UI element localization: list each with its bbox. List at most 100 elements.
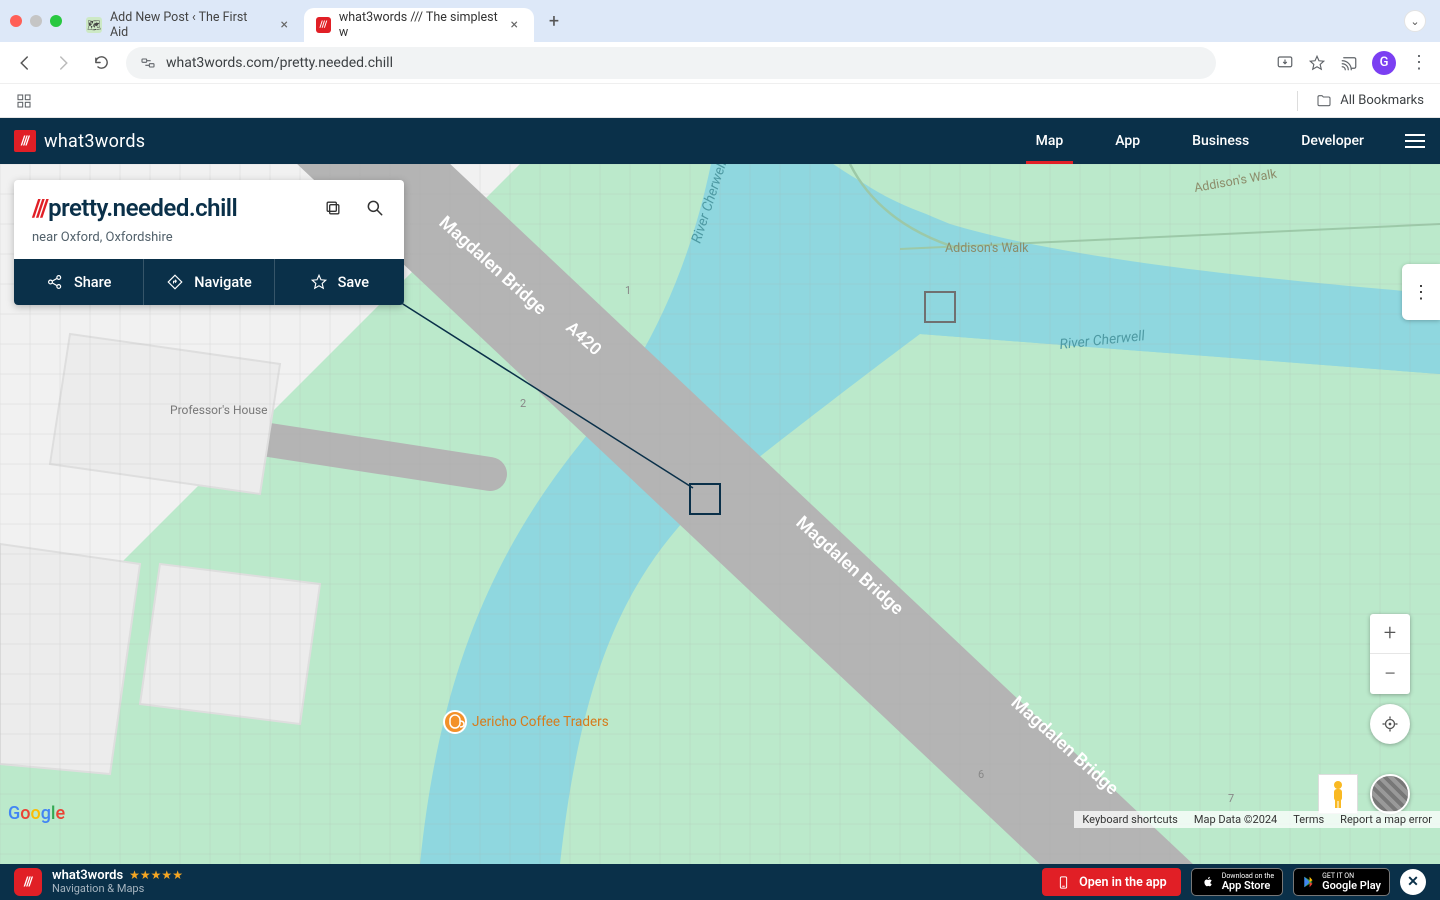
browser-tab-strip: 🗺 Add New Post ‹ The First Aid × /// wha… [0, 0, 1440, 42]
google-play-button[interactable]: GET IT ONGoogle Play [1293, 868, 1390, 896]
nav-label: Developer [1301, 133, 1364, 149]
svg-text:1: 1 [625, 284, 631, 297]
streetview-pegman[interactable] [1318, 774, 1358, 814]
map-options-button[interactable]: ⋮ [1402, 264, 1440, 320]
zoom-in-button[interactable]: + [1370, 614, 1410, 654]
nav-map[interactable]: Map [1010, 118, 1090, 164]
map-data-text: Map Data ©2024 [1186, 811, 1285, 828]
nav-label: Map [1036, 133, 1064, 149]
action-row: Share Navigate Save [14, 259, 404, 305]
svg-text:6: 6 [978, 768, 984, 781]
tab-inactive[interactable]: 🗺 Add New Post ‹ The First Aid × [74, 8, 304, 42]
url-input[interactable]: what3words.com/pretty.needed.chill [126, 47, 1216, 79]
crosshair-icon [1381, 715, 1399, 733]
close-tab-icon[interactable]: × [277, 17, 292, 33]
forward-button[interactable] [50, 50, 76, 76]
svg-text:Professor's House: Professor's House [170, 403, 268, 417]
keyboard-shortcuts-link[interactable]: Keyboard shortcuts [1074, 811, 1185, 828]
nav-business[interactable]: Business [1166, 118, 1275, 164]
plus-icon: + [1384, 621, 1396, 646]
satellite-toggle[interactable] [1370, 774, 1410, 814]
window-controls [10, 15, 62, 27]
play-icon [1302, 875, 1316, 889]
nav-label: Business [1192, 133, 1249, 149]
zoom-control: + − [1370, 614, 1410, 694]
banner-title: what3words [52, 869, 123, 883]
phone-icon [1056, 875, 1071, 890]
apps-icon[interactable] [16, 93, 32, 109]
profile-initial: G [1380, 55, 1389, 70]
menu-button[interactable] [1390, 118, 1440, 164]
app-header: /// what3words Map App Business Develope… [0, 118, 1440, 164]
profile-button[interactable]: G [1372, 51, 1396, 75]
favicon-icon: /// [316, 17, 331, 33]
copy-icon[interactable] [322, 197, 344, 219]
location-words-row[interactable]: /// pretty.needed.chill [14, 180, 404, 226]
divider [1297, 91, 1298, 111]
bookmark-bar: All Bookmarks [0, 84, 1440, 118]
map-viewport[interactable]: Magdalen Bridge A420 Magdalen Bridge Mag… [0, 164, 1440, 864]
nav-label: App [1115, 133, 1140, 149]
report-error-link[interactable]: Report a map error [1332, 811, 1440, 828]
google-logo: Google [8, 803, 65, 824]
store-big-text: App Store [1222, 880, 1271, 891]
tab-active[interactable]: /// what3words /// The simplest w × [304, 8, 534, 42]
three-word-address: pretty.needed.chill [48, 194, 237, 222]
button-label: Share [74, 274, 111, 291]
svg-text:Addison's Walk: Addison's Walk [945, 241, 1029, 256]
map-attribution: Keyboard shortcuts Map Data ©2024 Terms … [1074, 811, 1440, 828]
locate-me-button[interactable] [1370, 704, 1410, 744]
svg-text:7: 7 [1228, 792, 1234, 805]
brand-name: what3words [44, 131, 145, 152]
minimize-window-button[interactable] [30, 15, 42, 27]
site-info-icon[interactable] [140, 55, 156, 71]
nav-developer[interactable]: Developer [1275, 118, 1390, 164]
navigate-button[interactable]: Navigate [144, 259, 274, 305]
address-bar: what3words.com/pretty.needed.chill G ⋮ [0, 42, 1440, 84]
stars-icon: ★★★★★ [129, 869, 183, 882]
search-icon[interactable] [364, 197, 386, 219]
close-window-button[interactable] [10, 15, 22, 27]
svg-text:2: 2 [520, 397, 526, 410]
nav-app[interactable]: App [1089, 118, 1166, 164]
bookmark-icon[interactable] [1308, 54, 1326, 72]
brand-logo[interactable]: /// what3words [14, 130, 145, 152]
minus-icon: − [1384, 662, 1397, 687]
folder-icon [1316, 93, 1332, 109]
maximize-window-button[interactable] [50, 15, 62, 27]
share-button[interactable]: Share [14, 259, 144, 305]
app-store-button[interactable]: Download on theApp Store [1191, 868, 1283, 896]
all-bookmarks-link[interactable]: All Bookmarks [1340, 93, 1424, 108]
store-big-text: Google Play [1322, 880, 1381, 891]
tab-title: what3words /// The simplest w [339, 10, 499, 40]
pegman-icon [1328, 779, 1348, 809]
reload-button[interactable] [88, 50, 114, 76]
share-icon [46, 273, 64, 291]
close-banner-button[interactable]: ✕ [1400, 869, 1426, 895]
slashes-icon: /// [14, 868, 42, 896]
app-promo-banner: /// what3words ★★★★★ Navigation & Maps O… [0, 864, 1440, 900]
banner-subtitle: Navigation & Maps [52, 883, 183, 895]
kebab-menu-icon[interactable]: ⋮ [1410, 52, 1428, 73]
back-button[interactable] [12, 50, 38, 76]
zoom-out-button[interactable]: − [1370, 654, 1410, 694]
cast-icon[interactable] [1340, 54, 1358, 72]
star-icon [310, 273, 328, 291]
favicon-icon: 🗺 [86, 17, 102, 33]
slashes-icon: /// [32, 194, 47, 222]
near-location-text: near Oxford, Oxfordshire [14, 226, 404, 259]
navigate-icon [166, 273, 184, 291]
slashes-icon: /// [14, 130, 36, 152]
save-button[interactable]: Save [275, 259, 404, 305]
location-card: /// pretty.needed.chill near Oxford, Oxf… [14, 180, 404, 305]
button-label: Navigate [194, 274, 252, 291]
new-tab-button[interactable]: + [540, 7, 568, 35]
tabs-dropdown-button[interactable]: ⌄ [1404, 10, 1426, 32]
install-app-icon[interactable] [1276, 54, 1294, 72]
close-tab-icon[interactable]: × [507, 17, 522, 33]
tab-title: Add New Post ‹ The First Aid [110, 10, 269, 40]
apple-icon [1200, 874, 1216, 890]
open-in-app-button[interactable]: Open in the app [1042, 868, 1181, 896]
terms-link[interactable]: Terms [1285, 811, 1332, 828]
url-text: what3words.com/pretty.needed.chill [166, 55, 393, 71]
